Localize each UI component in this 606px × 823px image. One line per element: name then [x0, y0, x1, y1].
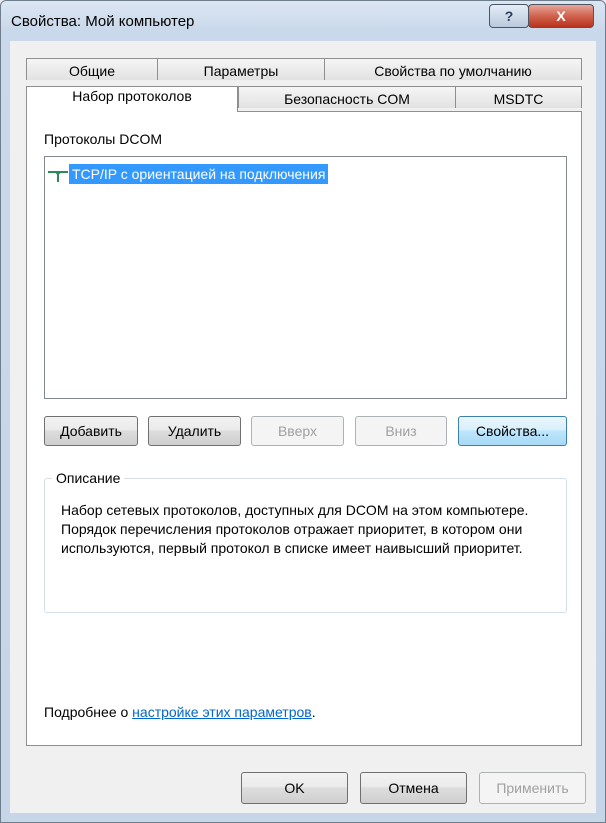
move-down-button[interactable]: Вниз	[355, 416, 447, 446]
window-title: Свойства: Мой компьютер	[11, 13, 195, 30]
help-button[interactable]: ?	[489, 4, 529, 28]
more-info-suffix: .	[311, 704, 316, 720]
more-info-prefix: Подробнее о	[44, 704, 133, 720]
description-text: Набор сетевых протоколов, доступных для …	[61, 502, 529, 556]
tab-parameters[interactable]: Параметры	[157, 58, 325, 80]
description-legend: Описание	[52, 470, 125, 486]
close-icon: X	[556, 8, 566, 24]
tab-msdtc[interactable]: MSDTC	[455, 86, 582, 108]
close-button[interactable]: X	[528, 4, 594, 28]
tab-default-properties[interactable]: Свойства по умолчанию	[324, 58, 582, 80]
apply-button[interactable]: Применить	[479, 772, 586, 804]
title-bar[interactable]: Свойства: Мой компьютер ? X	[1, 1, 605, 41]
tab-com-security[interactable]: Безопасность COM	[238, 86, 456, 108]
help-icon: ?	[504, 8, 514, 24]
protocols-label: Протоколы DCOM	[44, 131, 163, 147]
properties-button[interactable]: Свойства...	[458, 416, 567, 446]
network-protocol-icon	[47, 165, 69, 183]
settings-help-link[interactable]: настройке этих параметров	[132, 704, 312, 720]
list-item[interactable]: TCP/IP с ориентацией на подключения	[47, 164, 329, 184]
protocols-listbox[interactable]: TCP/IP с ориентацией на подключения	[44, 156, 567, 399]
more-info-line: Подробнее о настройке этих параметров.	[44, 704, 316, 720]
cancel-button[interactable]: Отмена	[360, 772, 467, 804]
remove-button[interactable]: Удалить	[148, 416, 241, 446]
tab-general[interactable]: Общие	[26, 58, 158, 80]
move-up-button[interactable]: Вверх	[251, 416, 344, 446]
add-button[interactable]: Добавить	[44, 416, 138, 446]
tab-protocols[interactable]: Набор протоколов	[26, 86, 238, 112]
ok-button[interactable]: OK	[241, 772, 348, 804]
list-item-label: TCP/IP с ориентацией на подключения	[69, 164, 329, 184]
